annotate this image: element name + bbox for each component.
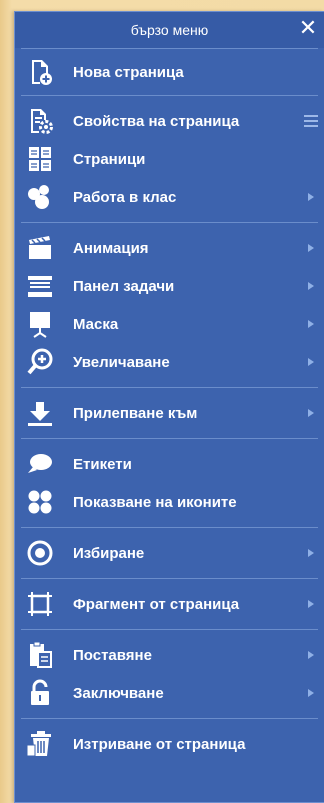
task-panel-icon [25, 271, 55, 301]
quick-menu-panel: бързо меню ✕ Нова страница Свойства на с… [14, 11, 324, 803]
menu-item-mask[interactable]: Маска [15, 305, 324, 343]
submenu-arrow-icon [308, 549, 314, 557]
menu-item-delete[interactable]: Изтриване от страница [15, 725, 324, 763]
menu-item-snap-to[interactable]: Прилепване към [15, 394, 324, 432]
options-menu-icon[interactable] [304, 115, 318, 127]
menu-item-new-page[interactable]: Нова страница [15, 53, 324, 91]
paste-icon [25, 640, 55, 670]
labels-icon [25, 449, 55, 479]
submenu-arrow-icon [308, 689, 314, 697]
menu-item-page-fragment[interactable]: Фрагмент от страница [15, 585, 324, 623]
close-button[interactable]: ✕ [296, 15, 320, 40]
submenu-arrow-icon [308, 409, 314, 417]
menu-item-show-icons[interactable]: Показване на иконите [15, 483, 324, 521]
menu-item-lock[interactable]: Заключване [15, 674, 324, 712]
pages-icon [25, 144, 55, 174]
new-page-icon [25, 57, 55, 87]
submenu-arrow-icon [308, 193, 314, 201]
classwork-icon [25, 182, 55, 212]
page-properties-icon [25, 106, 55, 136]
quick-menu-header: бързо меню ✕ [15, 12, 324, 48]
menu-item-pages[interactable]: Страници [15, 140, 324, 178]
submenu-arrow-icon [308, 244, 314, 252]
submenu-arrow-icon [308, 600, 314, 608]
delete-icon [25, 729, 55, 759]
submenu-arrow-icon [308, 651, 314, 659]
menu-item-classwork[interactable]: Работа в клас [15, 178, 324, 216]
quick-menu-title: бързо меню [130, 22, 209, 38]
show-icons-icon [25, 487, 55, 517]
close-icon: ✕ [298, 15, 318, 40]
menu-item-task-panel[interactable]: Панел задачи [15, 267, 324, 305]
menu-item-labels[interactable]: Етикети [15, 445, 324, 483]
menu-item-zoom[interactable]: Увеличаване [15, 343, 324, 381]
menu-item-animation[interactable]: Анимация [15, 229, 324, 267]
mask-icon [25, 309, 55, 339]
submenu-arrow-icon [308, 320, 314, 328]
lock-icon [25, 678, 55, 708]
zoom-in-icon [25, 347, 55, 377]
menu-item-select[interactable]: Избиране [15, 534, 324, 572]
menu-item-paste[interactable]: Поставяне [15, 636, 324, 674]
submenu-arrow-icon [308, 282, 314, 290]
submenu-arrow-icon [308, 358, 314, 366]
page-fragment-icon [25, 589, 55, 619]
snap-to-icon [25, 398, 55, 428]
animation-icon [25, 233, 55, 263]
menu-item-page-properties[interactable]: Свойства на страница [15, 102, 324, 140]
select-icon [25, 538, 55, 568]
